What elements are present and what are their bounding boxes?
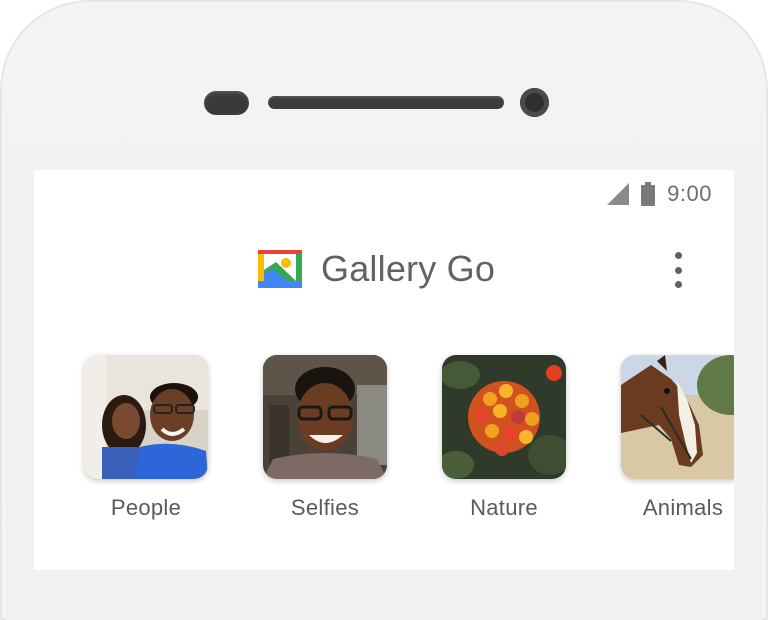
category-label: Nature (470, 495, 538, 520)
category-label: Animals (642, 495, 724, 520)
category-nature[interactable]: Nature (442, 355, 566, 521)
category-label: Selfies (290, 495, 360, 520)
animals-thumbnail (621, 355, 734, 479)
category-animals[interactable]: Animals (621, 355, 734, 521)
app-title: Gallery Go (321, 248, 496, 289)
selfies-thumbnail (263, 355, 387, 479)
status-bar: 9:00 (607, 180, 712, 208)
menu-dot (674, 266, 682, 274)
battery-icon (641, 182, 656, 206)
category-selfies[interactable]: Selfies (263, 355, 387, 521)
earpiece-speaker (268, 96, 504, 109)
menu-dot (674, 252, 682, 259)
category-label: People (110, 495, 182, 520)
signal-icon (607, 183, 630, 205)
nature-thumbnail (442, 355, 566, 479)
people-thumbnail (84, 355, 208, 479)
status-time: 9:00 (667, 181, 712, 206)
more-vertical-icon[interactable] (670, 252, 686, 288)
front-camera (520, 88, 549, 117)
category-row: People Selfies Nature Animals (34, 355, 734, 555)
app-header: Gallery Go (34, 244, 734, 300)
phone-frame: 9:00 Gallery Go People Selfies Nature An… (0, 0, 768, 620)
phone-screen: 9:00 Gallery Go People Selfies Nature An… (34, 170, 734, 570)
menu-dot (674, 281, 682, 288)
category-people[interactable]: People (84, 355, 208, 521)
gallery-go-logo-icon (258, 250, 302, 288)
proximity-sensor (204, 91, 249, 115)
